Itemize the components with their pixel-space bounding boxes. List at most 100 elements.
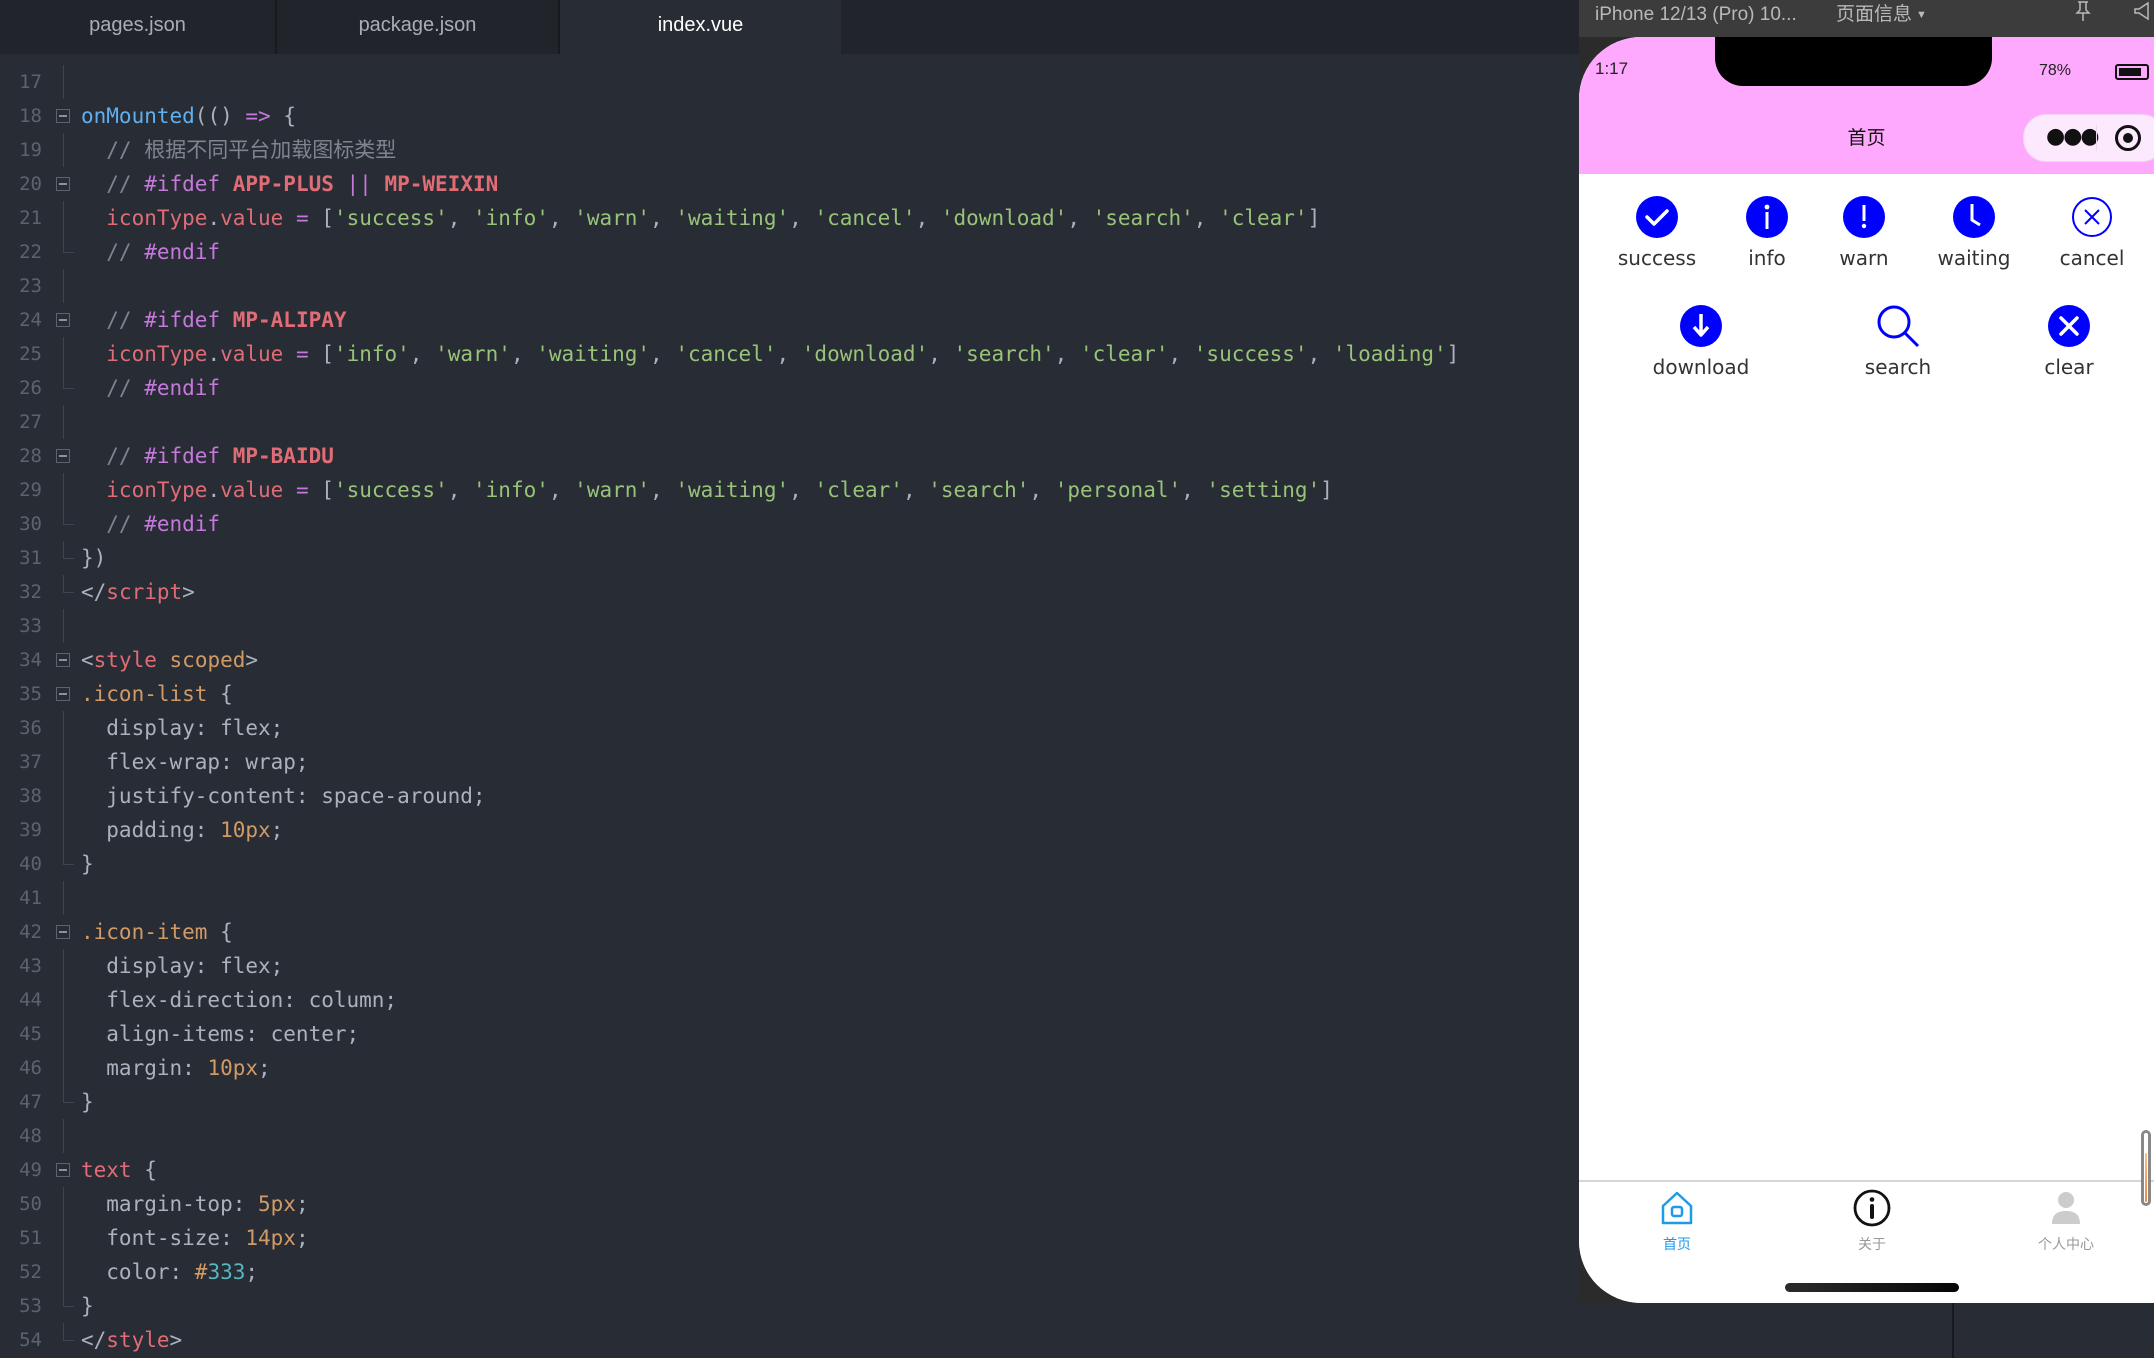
line-number: 44 bbox=[19, 989, 42, 1011]
indent-guide bbox=[63, 337, 64, 371]
code-line[interactable]: 36 display: flex; bbox=[0, 711, 1579, 745]
code-line[interactable]: 19 // 根据不同平台加载图标类型 bbox=[0, 133, 1579, 167]
code-text: display: flex; bbox=[81, 954, 284, 978]
code-line[interactable]: 43 display: flex; bbox=[0, 949, 1579, 983]
code-text: justify-content: space-around; bbox=[81, 784, 486, 808]
indent-guide bbox=[63, 813, 64, 847]
line-number: 54 bbox=[19, 1329, 42, 1351]
fold-toggle-icon[interactable] bbox=[56, 653, 70, 667]
tabbar-item-about[interactable]: 关于 bbox=[1812, 1188, 1932, 1254]
clear-icon bbox=[2046, 303, 2092, 349]
indent-guide bbox=[63, 745, 64, 779]
tabbar-label: 首页 bbox=[1663, 1237, 1691, 1253]
code-line[interactable]: 31}) bbox=[0, 541, 1579, 575]
tab-index-vue[interactable]: index.vue bbox=[560, 0, 841, 54]
page-info-dropdown[interactable]: 页面信息 ▼ bbox=[1836, 0, 1927, 30]
icon-item-waiting: waiting bbox=[1914, 194, 2034, 270]
code-line[interactable]: 41 bbox=[0, 881, 1579, 915]
line-number: 40 bbox=[19, 853, 42, 875]
code-line[interactable]: 30 // #endif bbox=[0, 507, 1579, 541]
line-number: 29 bbox=[19, 479, 42, 501]
more-icon[interactable]: ●●● bbox=[2046, 126, 2100, 148]
code-line[interactable]: 24 // #ifdef MP-ALIPAY bbox=[0, 303, 1579, 337]
code-line[interactable]: 33 bbox=[0, 609, 1579, 643]
code-line[interactable]: 42 .icon-item { bbox=[0, 915, 1579, 949]
device-selector[interactable]: iPhone 12/13 (Pro) 10... bbox=[1595, 0, 1797, 30]
code-line[interactable]: 38 justify-content: space-around; bbox=[0, 779, 1579, 813]
code-line[interactable]: 53} bbox=[0, 1289, 1579, 1323]
code-line[interactable]: 34 <style scoped> bbox=[0, 643, 1579, 677]
code-line[interactable]: 22 // #endif bbox=[0, 235, 1579, 269]
tab-package-json[interactable]: package.json bbox=[277, 0, 560, 54]
code-text: .icon-list { bbox=[81, 682, 233, 706]
pin-icon[interactable] bbox=[2075, 0, 2091, 31]
code-line[interactable]: 20 // #ifdef APP-PLUS || MP-WEIXIN bbox=[0, 167, 1579, 201]
indent-guide bbox=[63, 779, 64, 813]
line-number: 18 bbox=[19, 105, 42, 127]
code-line[interactable]: 17 bbox=[0, 65, 1579, 99]
code-line[interactable]: 52 color: #333; bbox=[0, 1255, 1579, 1289]
line-number: 22 bbox=[19, 241, 42, 263]
code-line[interactable]: 27 bbox=[0, 405, 1579, 439]
code-text: // #endif bbox=[81, 512, 221, 536]
waiting-icon bbox=[1951, 194, 1997, 240]
fold-end-guide bbox=[63, 1085, 74, 1103]
code-line[interactable]: 40} bbox=[0, 847, 1579, 881]
code-line[interactable]: 44 flex-direction: column; bbox=[0, 983, 1579, 1017]
fold-end-guide bbox=[63, 847, 74, 865]
speaker-icon[interactable] bbox=[2134, 0, 2150, 30]
fold-toggle-icon[interactable] bbox=[56, 313, 70, 327]
fold-toggle-icon[interactable] bbox=[56, 925, 70, 939]
code-area[interactable]: 17 18 onMounted(() => {19 // 根据不同平台加载图标类型 2… bbox=[0, 65, 1579, 1357]
tab-pages-json[interactable]: pages.json bbox=[0, 0, 277, 54]
code-line[interactable]: 54 </style> bbox=[0, 1323, 1579, 1357]
icon-label: search bbox=[1864, 355, 1932, 379]
code-text: // #endif bbox=[81, 240, 221, 264]
code-line[interactable]: 47} bbox=[0, 1085, 1579, 1119]
code-line[interactable]: 29 iconType.value = ['success', 'info', … bbox=[0, 473, 1579, 507]
indent-guide bbox=[63, 949, 64, 983]
code-line[interactable]: 50 margin-top: 5px; bbox=[0, 1187, 1579, 1221]
fold-toggle-icon[interactable] bbox=[56, 1163, 70, 1177]
code-line[interactable]: 26 // #endif bbox=[0, 371, 1579, 405]
code-line[interactable]: 48 bbox=[0, 1119, 1579, 1153]
icon-label: info bbox=[1748, 246, 1786, 270]
tabbar-item-home[interactable]: 首页 bbox=[1617, 1188, 1737, 1254]
code-line[interactable]: 21 iconType.value = ['success', 'info', … bbox=[0, 201, 1579, 235]
line-number: 47 bbox=[19, 1091, 42, 1113]
tabbar-item-profile[interactable]: 个人中心 bbox=[2006, 1188, 2126, 1254]
navigation-bar: 1:17 78% 首页 ●●● bbox=[1579, 37, 2154, 174]
code-line[interactable]: 32 </script> bbox=[0, 575, 1579, 609]
line-number: 24 bbox=[19, 309, 42, 331]
line-number: 33 bbox=[19, 615, 42, 637]
code-line[interactable]: 23 bbox=[0, 269, 1579, 303]
code-text: </script> bbox=[81, 580, 195, 604]
code-text: display: flex; bbox=[81, 716, 284, 740]
info-icon bbox=[1744, 194, 1790, 240]
simulator-scrollbar[interactable] bbox=[2141, 1130, 2151, 1206]
fold-toggle-icon[interactable] bbox=[56, 177, 70, 191]
code-line[interactable]: 46 margin: 10px; bbox=[0, 1051, 1579, 1085]
code-line[interactable]: 37 flex-wrap: wrap; bbox=[0, 745, 1579, 779]
code-editor[interactable]: pages.json package.json index.vue 17 18 on… bbox=[0, 0, 1579, 1358]
fold-toggle-icon[interactable] bbox=[56, 687, 70, 701]
fold-toggle-icon[interactable] bbox=[56, 109, 70, 123]
line-number: 53 bbox=[19, 1295, 42, 1317]
cancel-icon bbox=[2069, 194, 2115, 240]
code-text: flex-wrap: wrap; bbox=[81, 750, 309, 774]
tabbar-label: 关于 bbox=[1858, 1237, 1886, 1253]
code-line[interactable]: 18 onMounted(() => { bbox=[0, 99, 1579, 133]
line-number: 50 bbox=[19, 1193, 42, 1215]
code-line[interactable]: 25 iconType.value = ['info', 'warn', 'wa… bbox=[0, 337, 1579, 371]
code-line[interactable]: 28 // #ifdef MP-BAIDU bbox=[0, 439, 1579, 473]
fold-toggle-icon[interactable] bbox=[56, 449, 70, 463]
code-text: // #ifdef MP-ALIPAY bbox=[81, 308, 347, 332]
code-line[interactable]: 39 padding: 10px; bbox=[0, 813, 1579, 847]
code-line[interactable]: 35 .icon-list { bbox=[0, 677, 1579, 711]
code-line[interactable]: 51 font-size: 14px; bbox=[0, 1221, 1579, 1255]
line-number: 41 bbox=[19, 887, 42, 909]
line-number: 25 bbox=[19, 343, 42, 365]
code-line[interactable]: 45 align-items: center; bbox=[0, 1017, 1579, 1051]
close-target-icon[interactable] bbox=[2115, 125, 2141, 151]
code-line[interactable]: 49 text { bbox=[0, 1153, 1579, 1187]
